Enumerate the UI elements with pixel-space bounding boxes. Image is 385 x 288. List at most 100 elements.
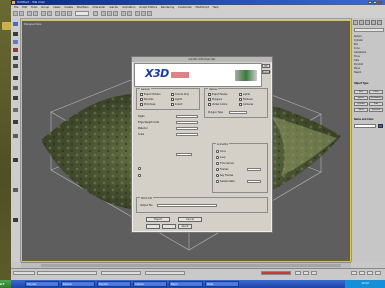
dialog-cancel-button[interactable]: Cancel	[178, 217, 202, 222]
radio[interactable]	[216, 180, 219, 183]
menu-edit[interactable]: Edit	[22, 6, 27, 9]
checkbox[interactable]	[208, 103, 211, 106]
select-name-icon[interactable]	[47, 11, 52, 16]
display-tab-icon[interactable]	[377, 20, 382, 25]
mirror-icon[interactable]	[121, 11, 126, 16]
polygon-type-select[interactable]	[229, 111, 247, 114]
name-field[interactable]	[354, 124, 376, 128]
export-button[interactable]: Export	[146, 217, 170, 222]
render-icon[interactable]	[141, 11, 146, 16]
menu-rendering[interactable]: Rendering	[161, 6, 174, 9]
pan-icon[interactable]	[359, 271, 365, 275]
tool-icon[interactable]	[13, 188, 18, 192]
menu-animation[interactable]: Animation	[122, 6, 135, 9]
radio[interactable]	[216, 150, 219, 153]
tool-icon[interactable]	[13, 64, 18, 68]
taskbar-item[interactable]: Player	[169, 281, 203, 287]
edge-weight-field[interactable]	[176, 121, 198, 124]
snap-icon[interactable]	[101, 11, 106, 16]
tube-button[interactable]: Tube	[369, 102, 383, 106]
list-item[interactable]: Torus	[354, 55, 384, 58]
checkbox[interactable]	[171, 93, 174, 96]
play-icon[interactable]	[295, 271, 301, 275]
material-editor-icon[interactable]	[135, 11, 140, 16]
sphere-button[interactable]: Sphere	[354, 96, 368, 100]
checkbox[interactable]	[171, 103, 174, 106]
small-button[interactable]	[162, 224, 176, 229]
orbit-icon[interactable]	[367, 271, 373, 275]
rotate-icon[interactable]	[61, 11, 66, 16]
taskbar-item[interactable]: Exporter	[97, 281, 131, 287]
tool-icon[interactable]	[13, 56, 18, 60]
checkbox[interactable]	[140, 103, 143, 106]
checkbox[interactable]	[239, 98, 242, 101]
menu-reactor[interactable]: reactor	[109, 6, 118, 9]
cylinder-button[interactable]: Cylinder	[354, 102, 368, 106]
scale-icon[interactable]	[67, 11, 72, 16]
menu-tools[interactable]: Tools	[31, 6, 37, 9]
hierarchy-tab-icon[interactable]	[365, 20, 370, 25]
align-icon[interactable]	[127, 11, 132, 16]
radio[interactable]	[216, 162, 219, 165]
ok-button[interactable]: OK	[262, 64, 270, 68]
object-name-field[interactable]	[354, 28, 384, 32]
tool-icon[interactable]	[13, 32, 18, 36]
checkbox[interactable]	[140, 98, 143, 101]
menu-character[interactable]: Character	[92, 6, 105, 9]
tool-icon[interactable]	[13, 40, 18, 44]
redo-icon[interactable]	[19, 11, 24, 16]
taskbar-item[interactable]: Capture	[133, 281, 167, 287]
menu-views[interactable]: Views	[53, 6, 61, 9]
extra-field[interactable]	[176, 153, 192, 156]
list-item[interactable]: Pyramid	[354, 63, 384, 66]
list-item[interactable]: Teapot	[354, 71, 384, 74]
list-item[interactable]: Cylinder	[354, 39, 384, 42]
box-button[interactable]: Box	[354, 90, 368, 94]
tool-icon[interactable]	[13, 48, 18, 52]
checkbox[interactable]	[239, 93, 242, 96]
sample-rate-field[interactable]	[247, 180, 261, 183]
quick-render-icon[interactable]	[147, 11, 152, 16]
tool-icon[interactable]	[13, 96, 18, 100]
output-file-field[interactable]	[157, 204, 217, 207]
list-item[interactable]: Box	[354, 43, 384, 46]
percent-snap-icon[interactable]	[113, 11, 118, 16]
cone-button[interactable]: Cone	[369, 90, 383, 94]
checkbox[interactable]	[208, 93, 211, 96]
start-button[interactable]: start	[0, 280, 11, 288]
taskbar-item[interactable]: Explorer	[61, 281, 95, 287]
tool-icon[interactable]	[13, 22, 18, 26]
angle-snap-icon[interactable]	[107, 11, 112, 16]
pyramid-button[interactable]: Pyramid	[369, 108, 383, 112]
color-swatch[interactable]	[378, 124, 383, 128]
radio[interactable]	[216, 174, 219, 177]
maximize-button[interactable]	[373, 1, 377, 4]
tool-icon[interactable]	[13, 158, 18, 162]
select-icon[interactable]	[41, 11, 46, 16]
taskbar-item[interactable]: 3ds max	[25, 281, 59, 287]
tool-icon[interactable]	[13, 218, 18, 222]
about-button[interactable]: About	[178, 224, 192, 229]
minimize-button[interactable]	[368, 1, 372, 4]
list-item[interactable]: GeoSphere	[354, 51, 384, 54]
zoom-icon[interactable]	[351, 271, 357, 275]
small-button[interactable]	[146, 224, 160, 229]
menu-file[interactable]: File	[14, 6, 18, 9]
auto-key-button[interactable]	[261, 271, 291, 275]
taskbar-item[interactable]: Notes	[205, 281, 239, 287]
menu-create[interactable]: Create	[64, 6, 73, 9]
radio[interactable]	[138, 167, 141, 170]
list-item[interactable]: Sphere	[354, 35, 384, 38]
list-item[interactable]: Cone	[354, 47, 384, 50]
next-frame-icon[interactable]	[303, 271, 309, 275]
create-tab-icon[interactable]	[353, 20, 358, 25]
checkbox[interactable]	[239, 103, 242, 106]
digits-field[interactable]	[176, 115, 198, 118]
unlink-icon[interactable]	[33, 11, 38, 16]
coordinate-dropdown[interactable]	[75, 11, 89, 16]
close-button[interactable]	[378, 1, 382, 4]
material-field[interactable]	[176, 127, 198, 130]
modify-tab-icon[interactable]	[359, 20, 364, 25]
maximize-viewport-icon[interactable]	[375, 271, 381, 275]
checkbox[interactable]	[171, 98, 174, 101]
